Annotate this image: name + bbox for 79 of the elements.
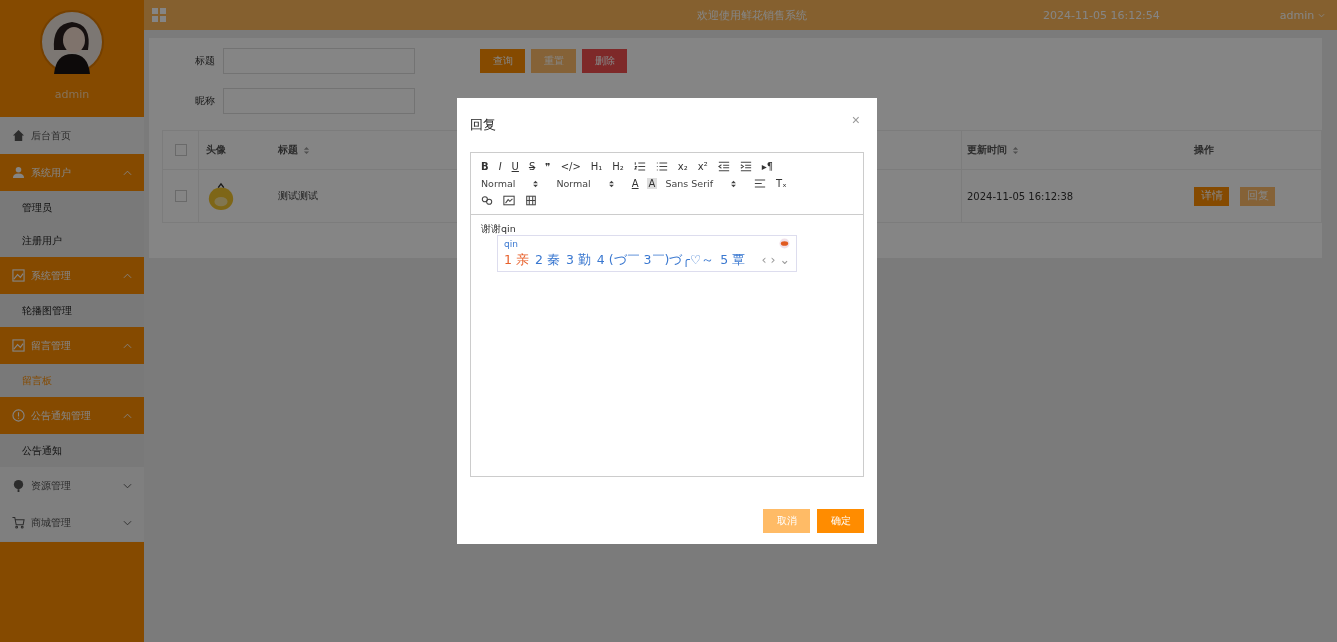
ime-candidate[interactable]: 4 (づ￣ 3￣)づ╭♡～ (596, 252, 715, 269)
ime-input-text: qin (504, 238, 518, 249)
column-header: 标题 (278, 143, 298, 157)
sort-arrows-icon (608, 179, 614, 188)
system-title: 欢迎使用鲜花销售系统 (697, 7, 807, 23)
toolbar-button[interactable]: x₂ (675, 161, 690, 172)
link-icon[interactable] (481, 195, 493, 206)
sort-arrows-icon (533, 179, 539, 188)
menu-label: 系统管理 (31, 268, 72, 283)
table-cell: 测试测试 (278, 189, 318, 203)
image-icon[interactable] (503, 195, 515, 206)
bullet-list-icon[interactable] (655, 161, 668, 172)
picture-icon (12, 269, 25, 282)
username: admin (54, 88, 90, 101)
ime-candidate[interactable]: 5 覃 (720, 252, 746, 269)
menu-label: 后台首页 (31, 128, 72, 143)
chevron-icon (123, 169, 132, 176)
toolbar-button[interactable]: ▸¶ (759, 161, 776, 172)
toolbar-button[interactable]: x² (695, 161, 710, 172)
menu-label: 公告通知管理 (31, 408, 92, 423)
chevron-icon (123, 412, 132, 419)
toolbar-button[interactable]: H₁ (588, 161, 605, 172)
checkbox[interactable] (174, 144, 187, 156)
align-icon[interactable] (754, 178, 767, 189)
column-header: 操作 (1194, 143, 1214, 157)
toolbar-button[interactable]: S (526, 161, 538, 172)
column-header: 更新时间 (967, 143, 1007, 157)
field-label: 昵称 (194, 94, 215, 108)
submenu-item[interactable]: 注册用户 (0, 224, 144, 257)
toolbar-button[interactable]: A (629, 178, 641, 189)
chevron-icon (123, 272, 132, 279)
video-icon[interactable] (525, 195, 537, 206)
picture-icon (12, 339, 25, 352)
home-icon (12, 129, 25, 142)
pin-icon (12, 479, 25, 492)
ime-logo-icon (779, 238, 790, 249)
field-label: 标题 (194, 54, 215, 68)
ordered-list-icon[interactable] (633, 161, 646, 172)
submenu-item[interactable]: 公告通知 (0, 434, 144, 467)
chevron-icon (1318, 12, 1326, 18)
submenu-item[interactable]: 管理员 (0, 191, 144, 224)
action-button[interactable]: 删除 (582, 49, 627, 73)
column-header: 头像 (206, 143, 226, 157)
toolbar-button[interactable]: </> (558, 161, 583, 172)
sort-arrows-icon (731, 179, 737, 188)
dialog-title: 回复 (470, 116, 496, 134)
checkbox[interactable] (174, 190, 187, 202)
toolbar-button[interactable]: B (479, 161, 491, 172)
toolbar-select[interactable]: Normal (479, 178, 549, 189)
ime-candidate[interactable]: 2 秦 (534, 252, 560, 269)
menu-label: 留言管理 (31, 338, 72, 353)
chevron-icon (123, 342, 132, 349)
indent-icon[interactable] (739, 161, 752, 172)
toolbar-button[interactable]: Tₓ (774, 178, 789, 189)
user-icon (12, 166, 25, 179)
toolbar-button[interactable]: I (496, 161, 504, 172)
table-cell: 2024-11-05 16:12:38 (967, 190, 1074, 202)
menu-label: 系统用户 (31, 165, 72, 180)
menu-label: 资源管理 (31, 478, 72, 493)
submenu-item[interactable]: 轮播图管理 (0, 294, 144, 327)
toolbar-button[interactable]: U (509, 161, 521, 172)
chevron-icon (123, 519, 132, 526)
cart-icon (12, 516, 25, 529)
chevron-icon (123, 482, 132, 489)
ime-candidate[interactable]: 3 勤 (565, 252, 591, 269)
toolbar-button[interactable]: ❞ (543, 161, 553, 172)
toolbar-button[interactable]: A (646, 178, 658, 189)
ime-nav[interactable]: ‹ › ⌄ (761, 252, 790, 269)
outdent-icon[interactable] (717, 161, 730, 172)
close-button[interactable]: × (847, 112, 864, 128)
menu-label: 商城管理 (31, 515, 72, 530)
toolbar-button[interactable]: H₂ (610, 161, 626, 172)
datetime: 2024-11-05 16:12:54 (1043, 8, 1160, 22)
ime-candidate[interactable]: 1 亲 (504, 252, 529, 269)
dialog-button[interactable]: 确定 (817, 509, 864, 533)
toolbar-select[interactable]: Normal (554, 178, 624, 189)
info-icon (12, 409, 25, 422)
editor-text[interactable]: 谢谢qin (481, 223, 853, 236)
toolbar-select[interactable]: Sans Serif (663, 178, 747, 189)
